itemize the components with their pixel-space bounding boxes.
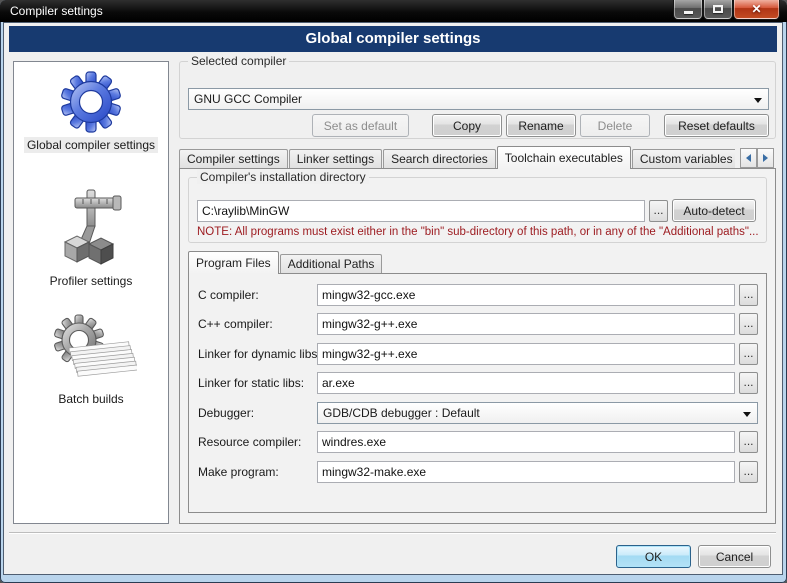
dynamic-linker-label: Linker for dynamic libs: xyxy=(198,343,321,365)
tab-scroll-left-button[interactable] xyxy=(740,148,757,168)
static-linker-label: Linker for static libs: xyxy=(198,372,304,394)
blue-gear-icon xyxy=(59,70,123,134)
copy-button[interactable]: Copy xyxy=(432,114,502,137)
sidebar-item-global-compiler-settings[interactable]: Global compiler settings xyxy=(14,70,168,153)
toolchain-executables-page: Compiler's installation directory ... Au… xyxy=(179,168,776,524)
static-linker-input[interactable] xyxy=(317,372,735,394)
cpp-compiler-browse-button[interactable]: ... xyxy=(739,313,758,335)
chevron-down-icon xyxy=(754,98,762,103)
dynamic-linker-input[interactable] xyxy=(317,343,735,365)
sidebar-item-label: Profiler settings xyxy=(47,273,136,289)
program-files-page: C compiler: ... C++ compiler: ... Linker… xyxy=(188,273,767,513)
sidebar-item-label: Global compiler settings xyxy=(24,137,158,153)
make-program-label: Make program: xyxy=(198,461,279,483)
tab-custom-variables[interactable]: Custom variables xyxy=(632,149,735,169)
debugger-select[interactable]: GDB/CDB debugger : Default xyxy=(317,402,758,424)
arrow-left-icon xyxy=(746,154,751,162)
tab-scroll-arrows xyxy=(740,148,774,168)
chevron-down-icon xyxy=(743,412,751,417)
window-controls: ✕ xyxy=(672,0,779,19)
installation-directory-input[interactable] xyxy=(197,200,645,222)
gray-gear-stack-icon xyxy=(45,312,137,388)
caliper-icon xyxy=(51,186,131,270)
sidebar-item-batch-builds[interactable]: Batch builds xyxy=(14,312,168,407)
installation-note: NOTE: All programs must exist either in … xyxy=(197,226,759,238)
tab-linker-settings[interactable]: Linker settings xyxy=(289,149,382,169)
tab-search-directories[interactable]: Search directories xyxy=(383,149,496,169)
footer-separator xyxy=(9,532,776,534)
close-button[interactable]: ✕ xyxy=(734,0,779,19)
minimize-button[interactable] xyxy=(674,0,702,19)
dialog-body: Global compiler settings xyxy=(3,22,783,575)
minimize-icon xyxy=(684,11,693,14)
cpp-compiler-input[interactable] xyxy=(317,313,735,335)
dynamic-linker-browse-button[interactable]: ... xyxy=(739,343,758,365)
compiler-select-value: GNU GCC Compiler xyxy=(194,92,302,106)
browse-directory-button[interactable]: ... xyxy=(649,200,668,222)
static-linker-browse-button[interactable]: ... xyxy=(739,372,758,394)
settings-tabs: Compiler settings Linker settings Search… xyxy=(179,146,735,169)
resource-compiler-label: Resource compiler: xyxy=(198,431,301,453)
installation-directory-group: Compiler's installation directory ... Au… xyxy=(188,177,767,243)
cpp-compiler-label: C++ compiler: xyxy=(198,313,273,335)
set-as-default-button: Set as default xyxy=(312,114,409,137)
resource-compiler-input[interactable] xyxy=(317,431,735,453)
selected-compiler-group: Selected compiler GNU GCC Compiler Set a… xyxy=(179,61,776,139)
close-icon: ✕ xyxy=(751,1,761,18)
sidebar: Global compiler settings xyxy=(13,61,169,524)
c-compiler-label: C compiler: xyxy=(198,284,259,306)
reset-defaults-button[interactable]: Reset defaults xyxy=(664,114,769,137)
delete-button: Delete xyxy=(580,114,650,137)
sidebar-item-label: Batch builds xyxy=(55,391,126,407)
selected-compiler-group-label: Selected compiler xyxy=(188,54,289,68)
tab-scroll-right-button[interactable] xyxy=(757,148,774,168)
make-program-browse-button[interactable]: ... xyxy=(739,461,758,483)
make-program-input[interactable] xyxy=(317,461,735,483)
installation-directory-group-label: Compiler's installation directory xyxy=(197,170,369,184)
debugger-label: Debugger: xyxy=(198,402,254,424)
cancel-button[interactable]: Cancel xyxy=(698,545,771,568)
resource-compiler-browse-button[interactable]: ... xyxy=(739,431,758,453)
debugger-select-value: GDB/CDB debugger : Default xyxy=(323,406,480,420)
page-title: Global compiler settings xyxy=(9,26,777,52)
c-compiler-browse-button[interactable]: ... xyxy=(739,284,758,306)
sidebar-item-profiler-settings[interactable]: Profiler settings xyxy=(14,186,168,289)
maximize-button[interactable] xyxy=(704,0,732,19)
compiler-select[interactable]: GNU GCC Compiler xyxy=(188,88,769,110)
ok-button[interactable]: OK xyxy=(616,545,691,568)
program-subtabs: Program Files Additional Paths xyxy=(188,253,383,274)
window-title: Compiler settings xyxy=(10,0,103,22)
titlebar[interactable]: Compiler settings ✕ xyxy=(0,0,787,22)
subtab-additional-paths[interactable]: Additional Paths xyxy=(280,254,383,274)
tab-compiler-settings[interactable]: Compiler settings xyxy=(179,149,288,169)
tab-toolchain-executables[interactable]: Toolchain executables xyxy=(497,146,631,169)
subtab-program-files[interactable]: Program Files xyxy=(188,251,279,274)
c-compiler-input[interactable] xyxy=(317,284,735,306)
rename-button[interactable]: Rename xyxy=(506,114,576,137)
auto-detect-button[interactable]: Auto-detect xyxy=(672,199,756,222)
compiler-settings-window: Compiler settings ✕ Global compiler sett… xyxy=(0,0,787,583)
arrow-right-icon xyxy=(763,154,768,162)
maximize-icon xyxy=(713,5,723,13)
